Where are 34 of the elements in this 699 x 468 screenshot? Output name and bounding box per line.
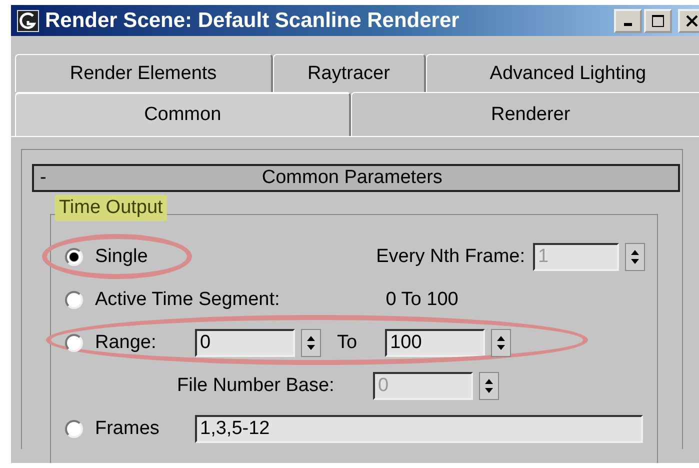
tab[interactable]: Render Elements [15, 54, 273, 92]
minimize-icon [624, 23, 632, 26]
maximize-icon [651, 14, 665, 28]
rollout-header[interactable]: - Common Parameters [32, 164, 680, 192]
radio-button[interactable] [65, 334, 83, 352]
segment-value: 0 To 100 [386, 288, 458, 310]
option-label[interactable]: Active Time Segment: [95, 288, 280, 310]
group-title: Time Output [55, 195, 167, 221]
option-label[interactable]: Range: [95, 332, 195, 354]
input-field[interactable]: 100 [385, 328, 486, 356]
spinner[interactable] [479, 372, 499, 400]
radio-button[interactable] [65, 420, 83, 438]
maximize-button[interactable] [644, 8, 672, 32]
input-field[interactable]: 1,3,5-12 [195, 414, 643, 442]
app-icon [17, 10, 39, 32]
field-label: File Number Base: [177, 374, 336, 396]
spinner[interactable] [301, 328, 321, 356]
tab[interactable]: Renderer [351, 92, 699, 136]
minimize-button[interactable] [614, 8, 642, 32]
tab[interactable]: Raytracer [272, 54, 426, 92]
close-button[interactable] [678, 8, 699, 32]
tab[interactable]: Common [15, 92, 352, 136]
window-title: Render Scene: Default Scanline Renderer [45, 8, 460, 32]
input-field[interactable]: 0 [195, 328, 295, 356]
collapse-toggle[interactable]: - [34, 167, 46, 189]
radio-button[interactable] [65, 290, 83, 308]
close-icon [685, 14, 699, 28]
spinner[interactable] [625, 242, 645, 270]
rollout-title: Common Parameters [262, 167, 444, 189]
to-label: To [337, 332, 358, 354]
spinner[interactable] [491, 328, 512, 356]
field-label: Every Nth Frame: [376, 246, 525, 268]
option-label[interactable]: Frames [95, 418, 195, 440]
tab[interactable]: Advanced Lighting [426, 54, 699, 92]
